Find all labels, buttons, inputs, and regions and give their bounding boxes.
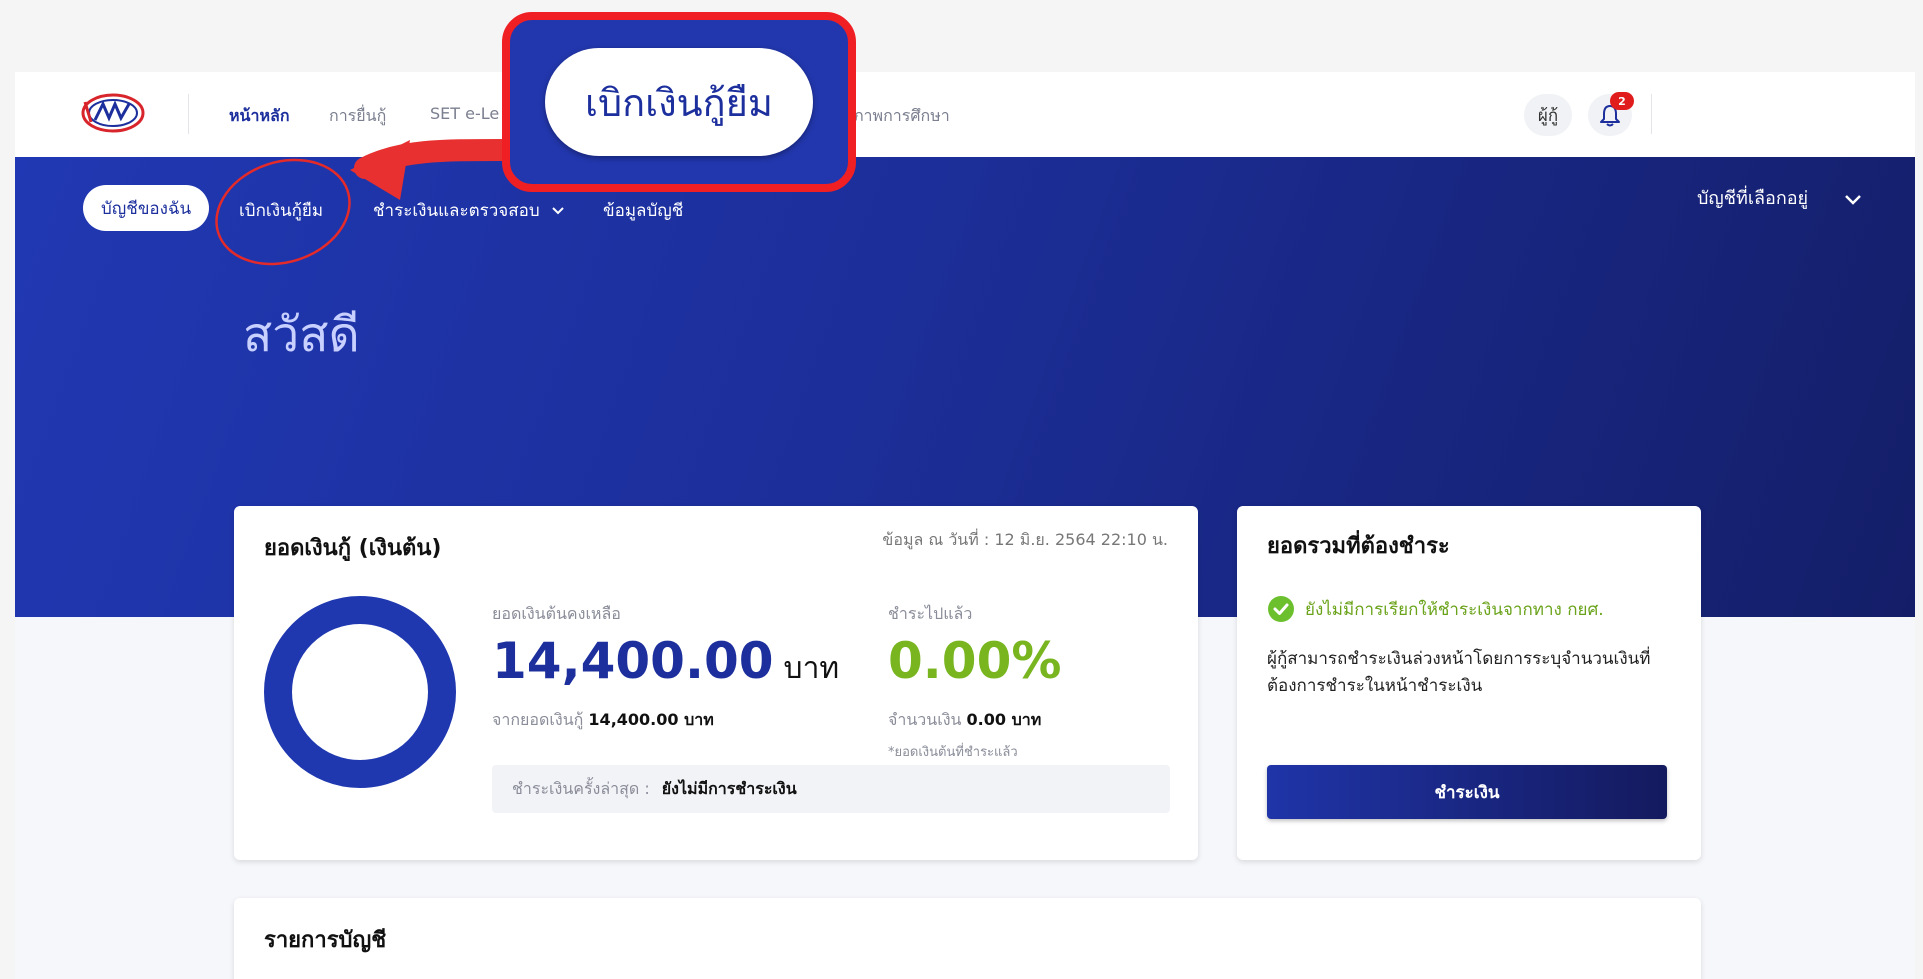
unit-label: บาท [783,651,840,686]
account-list-card: รายการบัญชี [234,898,1701,979]
tab-my-account-label: บัญชีของฉัน [101,198,192,219]
callout-withdraw-label: เบิกเงินกู้ยืม [545,48,813,156]
last-payment-row: ชำระเงินครั้งล่าสุด : ยังไม่มีการชำระเงิ… [492,765,1170,813]
amount-label: จำนวนเงิน [888,710,962,729]
amount-due-card: ยอดรวมที่ต้องชำระ ยังไม่มีการเรียกให้ชำร… [1237,506,1701,860]
user-label: ผู้กู้ [1537,105,1559,126]
notification-count-badge: 2 [1610,92,1634,110]
pay-button[interactable]: ชำระเงิน [1267,765,1667,819]
paid-note: *ยอดเงินต้นที่ชำระแล้ว [888,745,1018,760]
zoom-callout: เบิกเงินกู้ยืม [502,12,856,192]
nav-home[interactable]: หน้าหลัก [229,104,290,129]
from-total-value: 14,400.00 บาท [588,710,714,729]
paid-percent: 0.00% [888,632,1062,690]
due-status-text: ยังไม่มีการเรียกให้ชำระเงินจากทาง กยศ. [1305,599,1604,620]
last-payment-label: ชำระเงินครั้งล่าสุด : [512,778,650,798]
nav-set-elearning[interactable]: SET e-Le [430,104,499,123]
chevron-down-icon [552,207,564,215]
due-description: ผู้กู้สามารถชำระเงินล่วงหน้าโดยการระบุจำ… [1267,649,1651,696]
top-navbar: หน้าหลัก การยื่นกู้ SET e-Le ภาพการศึกษา… [15,72,1915,157]
chevron-down-icon[interactable] [1843,193,1863,207]
paid-label: ชำระไปแล้ว [888,604,973,623]
due-status: ยังไม่มีการเรียกให้ชำระเงินจากทาง กยศ. [1267,595,1604,623]
divider [188,94,189,134]
nav-loan-application[interactable]: การยื่นกู้ [329,104,386,129]
due-card-title: ยอดรวมที่ต้องชำระ [1267,534,1450,559]
tab-withdraw-loan[interactable]: เบิกเงินกู้ยืม [239,197,323,224]
tab-my-account[interactable]: บัญชีของฉัน [83,185,210,231]
loan-donut-chart [264,596,456,788]
last-payment-value: ยังไม่มีการชำระเงิน [661,778,797,798]
greeting-text: สวัสดี [243,307,360,363]
nav-education-status[interactable]: ภาพการศึกษา [853,104,950,129]
user-menu-button[interactable]: ผู้กู้ [1524,94,1572,136]
account-selector[interactable]: บัญชีที่เลือกอยู่ [1697,183,1808,212]
account-list-title: รายการบัญชี [264,928,387,953]
loan-card-title: ยอดเงินกู้ (เงินต้น) [264,536,442,561]
tab-account-info[interactable]: ข้อมูลบัญชี [603,197,683,224]
from-total: จากยอดเงินกู้ 14,400.00 บาท [492,708,714,733]
data-date: ข้อมูล ณ วันที่ : 12 มิ.ย. 2564 22:10 น. [882,530,1168,549]
loan-summary-card: ยอดเงินกู้ (เงินต้น) ข้อมูล ณ วันที่ : 1… [234,506,1198,860]
notification-button[interactable]: 2 [1588,92,1634,136]
tab-payments[interactable]: ชำระเงินและตรวจสอบ [373,197,565,224]
app-frame: หน้าหลัก การยื่นกู้ SET e-Le ภาพการศึกษา… [15,72,1915,979]
divider [1651,94,1652,134]
remaining-amount-value: 14,400.00 [492,632,774,690]
remaining-label: ยอดเงินต้นคงเหลือ [492,604,621,623]
paid-amount: จำนวนเงิน 0.00 บาท [888,708,1041,733]
tab-payments-label: ชำระเงินและตรวจสอบ [373,201,540,221]
check-circle-icon [1268,596,1294,622]
amount-value: 0.00 บาท [966,710,1042,729]
remaining-arc [264,596,456,788]
remaining-amount: 14,400.00 บาท [492,632,839,692]
from-total-label: จากยอดเงินกู้ [492,710,584,729]
kyt-logo[interactable] [81,92,145,134]
